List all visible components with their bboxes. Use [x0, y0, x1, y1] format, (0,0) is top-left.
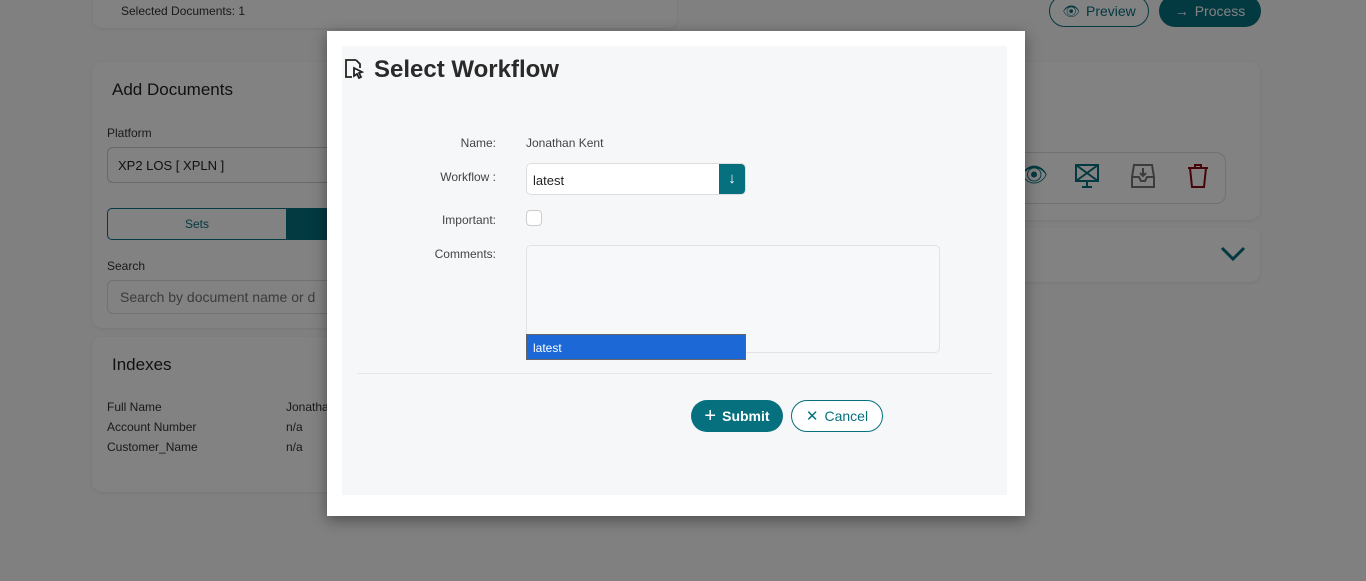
- cancel-label: Cancel: [824, 408, 869, 424]
- workflow-dropdown-list: latest: [526, 334, 746, 360]
- name-label: Name:: [460, 136, 496, 150]
- workflow-select[interactable]: latest ↓: [526, 163, 746, 195]
- submit-button[interactable]: + Submit: [691, 400, 783, 432]
- footer-divider: [357, 373, 992, 374]
- dialog-body: Select Workflow Name: Jonathan Kent Work…: [342, 46, 1007, 495]
- workflow-label: Workflow :: [440, 170, 496, 184]
- workflow-selected-value: latest: [533, 173, 565, 188]
- plus-icon: +: [704, 404, 717, 427]
- close-icon: ✕: [805, 408, 819, 425]
- dialog-title: Select Workflow: [374, 56, 559, 83]
- name-value: Jonathan Kent: [526, 136, 604, 150]
- select-workflow-dialog: Select Workflow Name: Jonathan Kent Work…: [327, 31, 1025, 516]
- important-checkbox[interactable]: [526, 210, 542, 226]
- submit-label: Submit: [722, 408, 770, 424]
- important-label: Important:: [441, 213, 496, 227]
- workflow-option[interactable]: latest: [527, 335, 745, 361]
- document-cursor-icon: [345, 59, 364, 79]
- arrow-down-icon[interactable]: ↓: [719, 164, 745, 194]
- comments-label: Comments:: [434, 247, 496, 261]
- cancel-button[interactable]: ✕ Cancel: [791, 400, 883, 432]
